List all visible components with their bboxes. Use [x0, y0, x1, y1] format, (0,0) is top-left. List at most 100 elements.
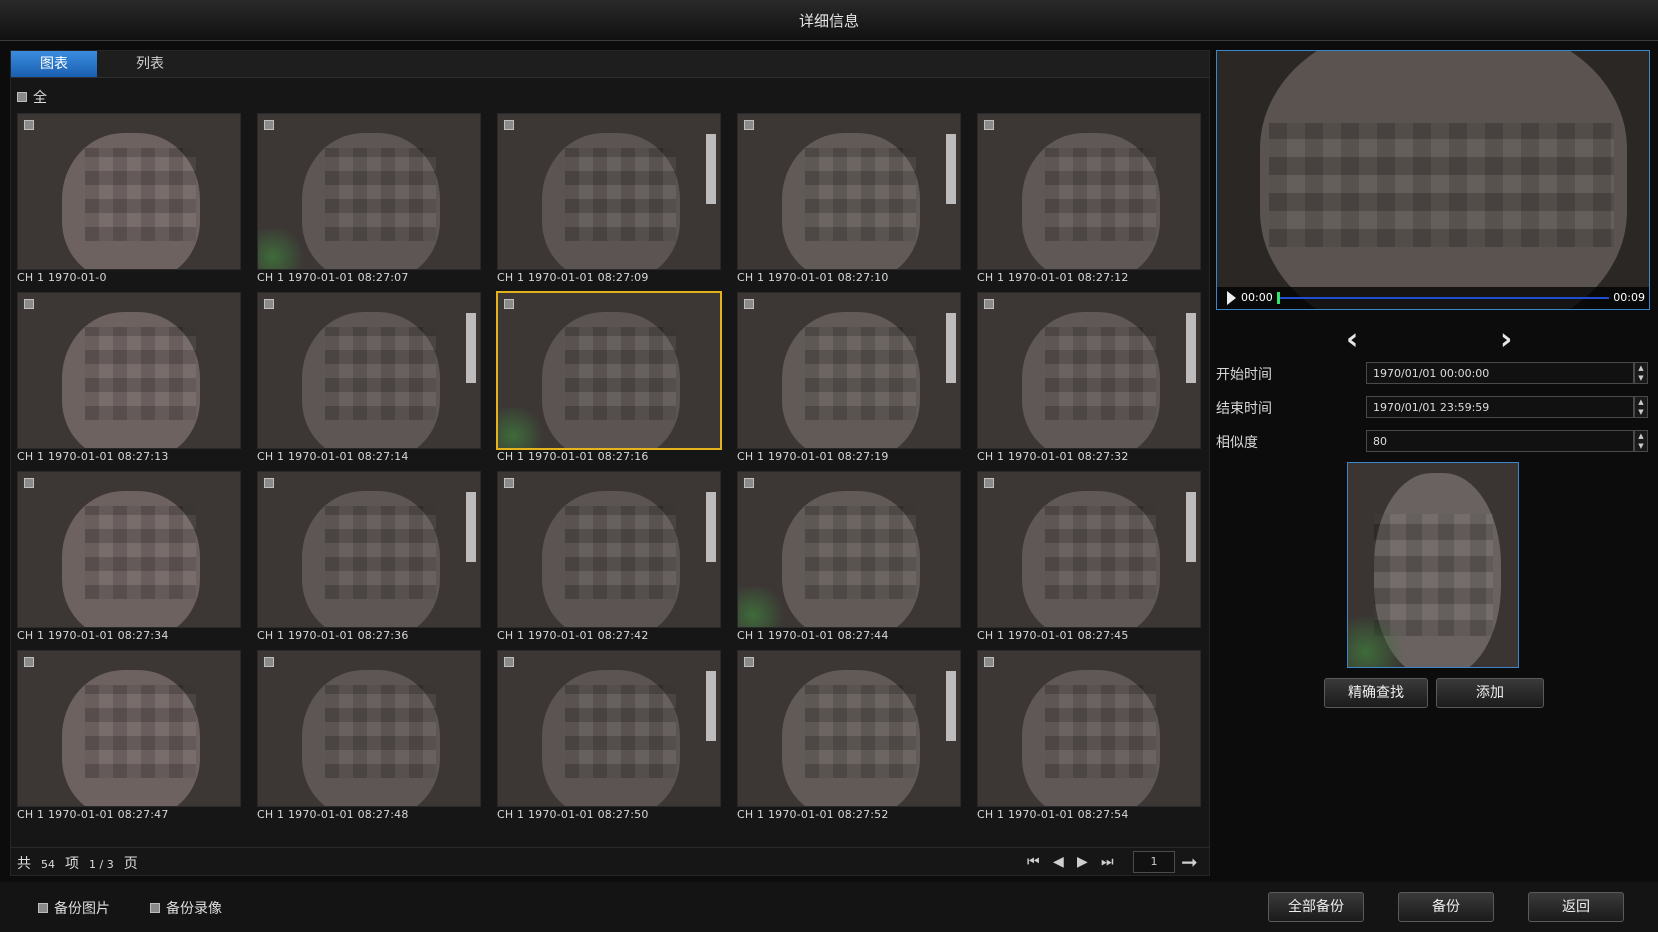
first-page-icon[interactable]: ⏮ [1027, 854, 1040, 870]
backup-pictures-checkbox[interactable] [38, 903, 48, 913]
result-checkbox[interactable] [744, 299, 754, 309]
prev-page-icon[interactable]: ◀ [1053, 854, 1064, 870]
end-time-spinner[interactable]: ▲ ▼ [1634, 396, 1648, 418]
play-icon[interactable] [1227, 291, 1236, 305]
result-checkbox[interactable] [264, 478, 274, 488]
result-checkbox[interactable] [24, 657, 34, 667]
result-checkbox[interactable] [24, 478, 34, 488]
result-card[interactable]: CH 1 1970-01-01 08:27:52 [737, 650, 961, 824]
tab-list[interactable]: 列表 [107, 51, 193, 77]
result-card[interactable]: CH 1 1970-01-01 08:27:13 [17, 292, 241, 466]
thumbnail-highlight [466, 492, 476, 562]
result-checkbox[interactable] [264, 120, 274, 130]
result-card[interactable]: CH 1 1970-01-01 08:27:09 [497, 113, 721, 287]
next-result-icon[interactable]: › [1500, 322, 1512, 357]
backup-video-option[interactable]: 备份录像 [150, 898, 222, 918]
result-checkbox[interactable] [984, 120, 994, 130]
start-time-spinner[interactable]: ▲ ▼ [1634, 362, 1648, 384]
result-checkbox[interactable] [24, 299, 34, 309]
face-thumbnail[interactable] [497, 113, 721, 270]
backup-pictures-option[interactable]: 备份图片 [38, 898, 110, 918]
result-card[interactable]: CH 1 1970-01-01 08:27:14 [257, 292, 481, 466]
face-thumbnail[interactable] [497, 650, 721, 807]
result-checkbox[interactable] [264, 657, 274, 667]
tab-chart[interactable]: 图表 [11, 51, 97, 77]
similarity-spinner[interactable]: ▲ ▼ [1634, 430, 1648, 452]
result-card[interactable]: CH 1 1970-01-01 08:27:50 [497, 650, 721, 824]
result-card[interactable]: CH 1 1970-01-01 08:27:42 [497, 471, 721, 645]
face-thumbnail[interactable] [17, 292, 241, 449]
thumbnail-mosaic [564, 327, 676, 421]
thumbnail-mosaic [1044, 685, 1156, 779]
select-all[interactable]: 全 [17, 87, 47, 107]
video-progress-track[interactable] [1279, 297, 1609, 299]
backup-button[interactable]: 备份 [1398, 892, 1494, 922]
video-progress-handle[interactable] [1277, 292, 1280, 304]
result-card[interactable]: CH 1 1970-01-0 [17, 113, 241, 287]
result-card[interactable]: CH 1 1970-01-01 08:27:32 [977, 292, 1201, 466]
result-card[interactable]: CH 1 1970-01-01 08:27:44 [737, 471, 961, 645]
face-thumbnail[interactable] [977, 292, 1201, 449]
result-checkbox[interactable] [744, 657, 754, 667]
result-card[interactable]: CH 1 1970-01-01 08:27:47 [17, 650, 241, 824]
backup-video-checkbox[interactable] [150, 903, 160, 913]
result-card[interactable]: CH 1 1970-01-01 08:27:10 [737, 113, 961, 287]
next-page-icon[interactable]: ▶ [1077, 854, 1088, 870]
result-card[interactable]: CH 1 1970-01-01 08:27:48 [257, 650, 481, 824]
result-caption: CH 1 1970-01-01 08:27:47 [17, 808, 169, 821]
face-thumbnail[interactable] [977, 650, 1201, 807]
result-caption: CH 1 1970-01-01 08:27:54 [977, 808, 1129, 821]
result-caption: CH 1 1970-01-01 08:27:09 [497, 271, 649, 284]
face-thumbnail[interactable] [737, 113, 961, 270]
select-all-checkbox[interactable] [17, 92, 27, 102]
face-thumbnail[interactable] [257, 113, 481, 270]
result-card[interactable]: CH 1 1970-01-01 08:27:36 [257, 471, 481, 645]
prev-result-icon[interactable]: ‹ [1346, 322, 1358, 357]
face-thumbnail[interactable] [496, 291, 722, 450]
result-card[interactable]: CH 1 1970-01-01 08:27:16 [496, 291, 722, 466]
face-thumbnail[interactable] [737, 650, 961, 807]
back-button[interactable]: 返回 [1528, 892, 1624, 922]
face-thumbnail[interactable] [257, 292, 481, 449]
backup-all-button[interactable]: 全部备份 [1268, 892, 1364, 922]
face-thumbnail[interactable] [257, 471, 481, 628]
video-player[interactable]: 00:00 00:09 [1216, 50, 1650, 310]
result-card[interactable]: CH 1 1970-01-01 08:27:19 [737, 292, 961, 466]
result-checkbox[interactable] [744, 120, 754, 130]
result-card[interactable]: CH 1 1970-01-01 08:27:07 [257, 113, 481, 287]
result-checkbox[interactable] [744, 478, 754, 488]
face-thumbnail[interactable] [257, 650, 481, 807]
face-thumbnail[interactable] [977, 471, 1201, 628]
last-page-icon[interactable]: ⏭ [1101, 854, 1114, 870]
face-thumbnail[interactable] [497, 471, 721, 628]
go-arrow-icon[interactable]: ➞ [1181, 850, 1198, 874]
result-card[interactable]: CH 1 1970-01-01 08:27:45 [977, 471, 1201, 645]
face-thumbnail[interactable] [17, 471, 241, 628]
result-checkbox[interactable] [504, 299, 514, 309]
thumbnail-mosaic [564, 148, 676, 242]
result-checkbox[interactable] [24, 120, 34, 130]
result-checkbox[interactable] [504, 120, 514, 130]
add-button[interactable]: 添加 [1436, 678, 1544, 708]
end-time-field[interactable]: 1970/01/01 23:59:59 [1366, 396, 1634, 418]
result-checkbox[interactable] [984, 478, 994, 488]
result-card[interactable]: CH 1 1970-01-01 08:27:54 [977, 650, 1201, 824]
similarity-field[interactable]: 80 [1366, 430, 1634, 452]
face-thumbnail[interactable] [17, 113, 241, 270]
result-caption: CH 1 1970-01-01 08:27:52 [737, 808, 889, 821]
thumbnail-mosaic [564, 506, 676, 600]
result-checkbox[interactable] [504, 478, 514, 488]
precise-search-button[interactable]: 精确查找 [1324, 678, 1428, 708]
start-time-field[interactable]: 1970/01/01 00:00:00 [1366, 362, 1634, 384]
face-thumbnail[interactable] [737, 471, 961, 628]
face-thumbnail[interactable] [17, 650, 241, 807]
result-checkbox[interactable] [264, 299, 274, 309]
result-checkbox[interactable] [984, 657, 994, 667]
page-number-input[interactable]: 1 [1133, 851, 1175, 873]
face-thumbnail[interactable] [737, 292, 961, 449]
result-card[interactable]: CH 1 1970-01-01 08:27:12 [977, 113, 1201, 287]
result-checkbox[interactable] [984, 299, 994, 309]
result-card[interactable]: CH 1 1970-01-01 08:27:34 [17, 471, 241, 645]
result-checkbox[interactable] [504, 657, 514, 667]
face-thumbnail[interactable] [977, 113, 1201, 270]
